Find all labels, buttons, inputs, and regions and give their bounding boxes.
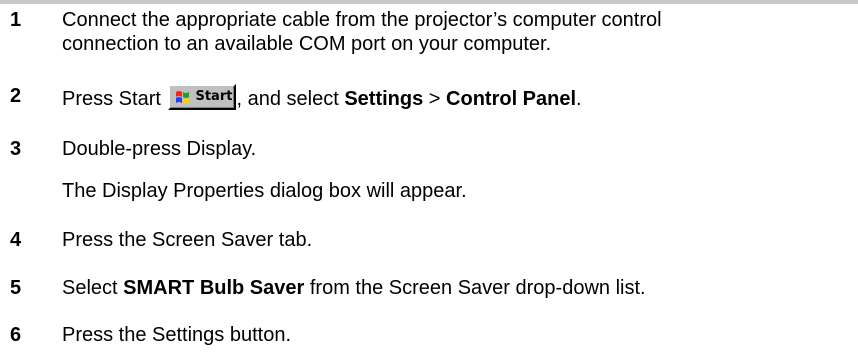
step-text-separator: > <box>423 88 447 110</box>
menu-control-panel: Control Panel <box>446 88 577 110</box>
step-text-after: from the Screen Saver drop-down list. <box>304 277 646 299</box>
step-text: Press the Screen Saver tab. <box>62 229 313 251</box>
step-number: 3 <box>10 138 22 160</box>
step-text: Press Start Start, and select Settings >… <box>62 84 582 111</box>
start-button-image: Start <box>168 84 237 110</box>
step-number: 4 <box>10 229 22 251</box>
step-text: Press the Settings button. <box>62 324 292 346</box>
step-number: 5 <box>10 277 22 299</box>
step-number: 1 <box>10 9 22 31</box>
top-rule <box>0 0 858 4</box>
step-text-before: Select <box>62 277 124 299</box>
step-number: 6 <box>10 324 22 346</box>
option-smart-bulb-saver: SMART Bulb Saver <box>123 277 305 299</box>
menu-settings: Settings <box>344 88 424 110</box>
step-text-after: . <box>576 88 582 110</box>
step-text: Select SMART Bulb Saver from the Screen … <box>62 276 646 300</box>
start-button-label: Start <box>195 89 233 104</box>
step-text: Double-press Display. <box>62 138 257 160</box>
step-text: Connect the appropriate cable from the p… <box>62 8 662 56</box>
step-text-before: Press Start <box>62 88 167 110</box>
step-3-note: The Display Properties dialog box will a… <box>62 180 467 202</box>
step-text-line: connection to an available COM port on y… <box>62 33 552 55</box>
step-text-middle: , and select <box>236 88 345 110</box>
step-number: 2 <box>10 85 22 107</box>
step-text-line: Connect the appropriate cable from the p… <box>62 9 662 31</box>
windows-logo-icon <box>174 89 193 105</box>
